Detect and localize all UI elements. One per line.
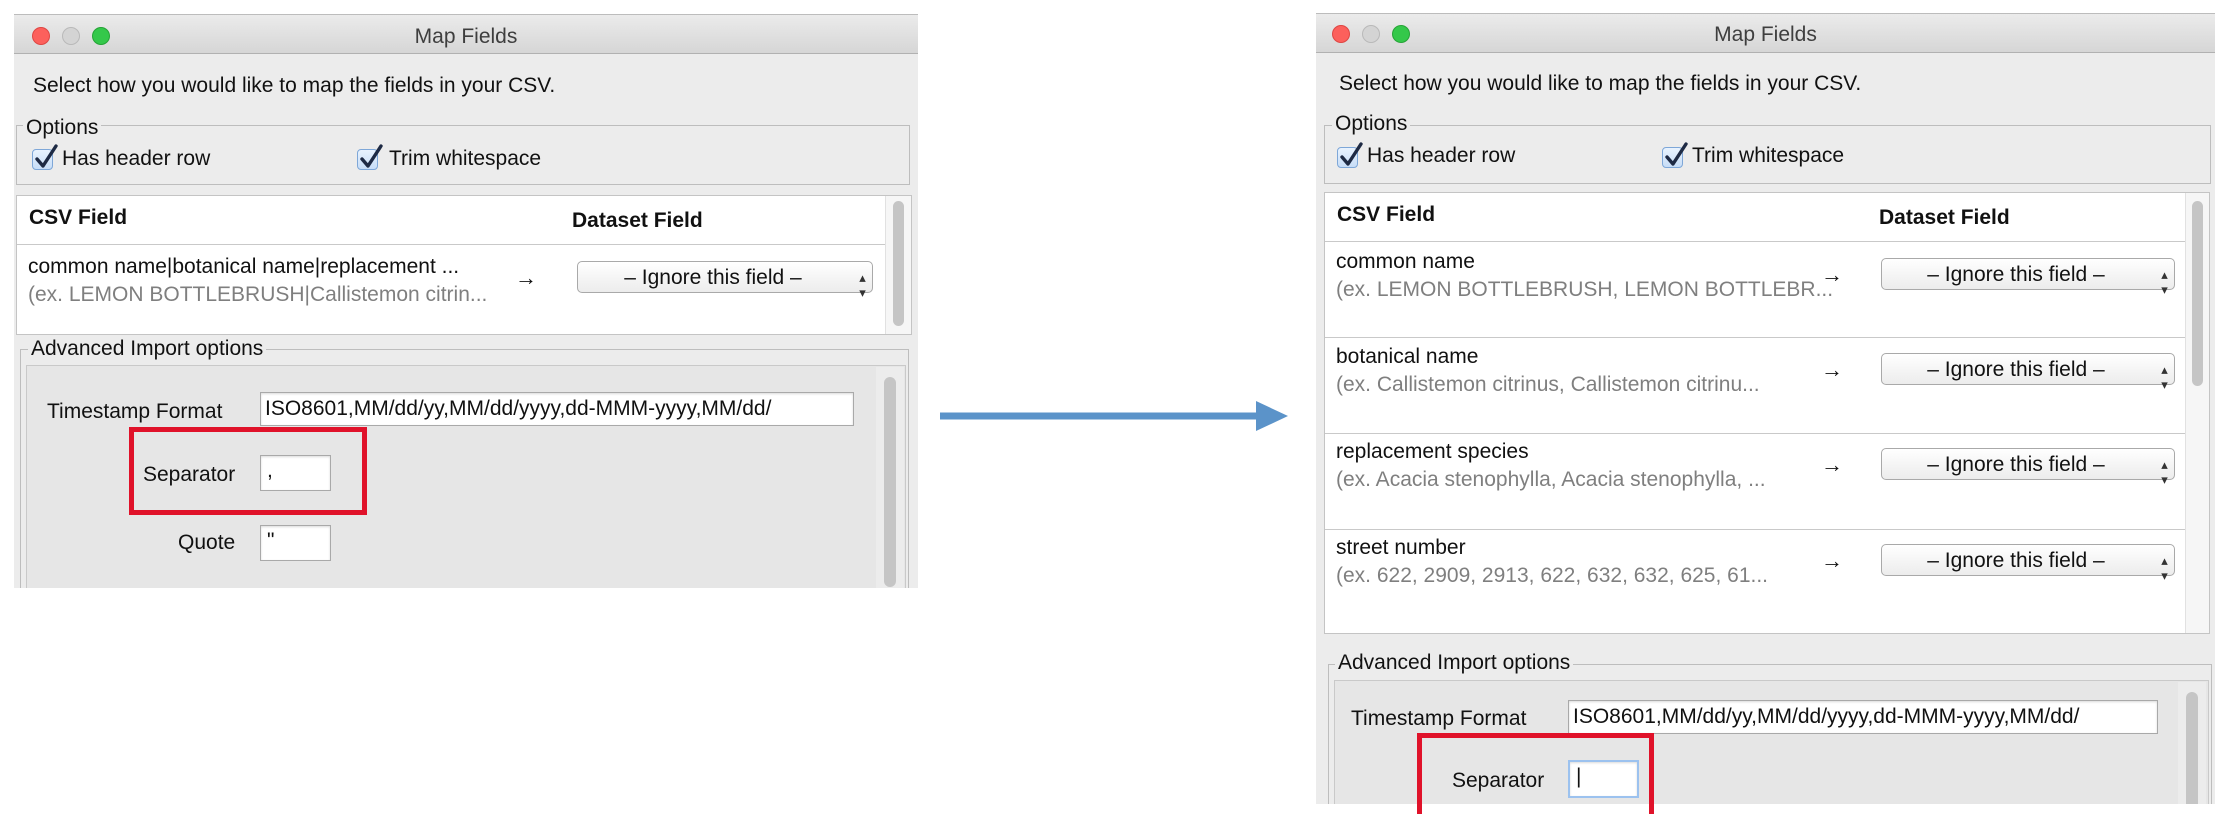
timestamp-format-input[interactable]: ISO8601,MM/dd/yy,MM/dd/yyyy,dd-MMM-yyyy,… [1568, 700, 2158, 734]
checkmark-icon [1665, 142, 1688, 166]
csv-field-name: common name [1336, 250, 1475, 273]
separator-highlight-box [1417, 733, 1654, 814]
table-row: replacement species (ex. Acacia stenophy… [1325, 434, 2185, 529]
title-bar: Map Fields [14, 15, 918, 54]
advanced-scrollbar-thumb[interactable] [2186, 692, 2198, 804]
csv-field-name: street number [1336, 536, 1466, 559]
column-header-csv-field: CSV Field [29, 206, 128, 229]
map-fields-window-after: Map Fields Select how you would like to … [1316, 13, 2215, 804]
table-scrollbar[interactable] [885, 196, 911, 334]
advanced-scrollbar[interactable] [876, 367, 904, 588]
table-scrollbar[interactable] [2185, 193, 2209, 633]
window-title: Map Fields [1714, 23, 1817, 46]
advanced-options-legend: Advanced Import options [1335, 651, 1574, 675]
table-row: street number (ex. 622, 2909, 2913, 622,… [1325, 530, 2185, 625]
table-row: common name (ex. LEMON BOTTLEBRUSH, LEMO… [1325, 242, 2185, 337]
dataset-field-select[interactable]: – Ignore this field – ▴▾ [577, 261, 873, 301]
title-bar: Map Fields [1316, 14, 2215, 53]
mapping-arrow-icon: → [515, 265, 537, 290]
table-row: common name|botanical name|replacement .… [17, 245, 885, 334]
field-mapping-table: CSV Field Dataset Field common name (ex.… [1324, 192, 2210, 634]
has-header-checkbox[interactable] [32, 144, 58, 170]
column-header-dataset-field: Dataset Field [572, 209, 703, 232]
select-arrows-icon: ▴▾ [856, 271, 871, 301]
transition-arrow-icon [940, 401, 1288, 431]
instruction-text: Select how you would like to map the fie… [1339, 72, 1862, 95]
trim-whitespace-checkbox[interactable] [1662, 142, 1688, 168]
field-mapping-table: CSV Field Dataset Field common name|bota… [16, 195, 912, 335]
select-arrows-icon: ▴▾ [2158, 458, 2173, 488]
dataset-field-select[interactable]: – Ignore this field – ▴▾ [1881, 353, 2175, 393]
table-scrollbar-thumb[interactable] [893, 201, 904, 326]
csv-field-name: replacement species [1336, 440, 1529, 463]
timestamp-format-label: Timestamp Format [1351, 707, 1527, 730]
column-header-dataset-field: Dataset Field [1879, 206, 2010, 229]
csv-field-example: (ex. Acacia stenophylla, Acacia stenophy… [1336, 468, 1766, 491]
options-legend: Options [1332, 112, 1411, 136]
timestamp-format-input[interactable]: ISO8601,MM/dd/yy,MM/dd/yyyy,dd-MMM-yyyy,… [260, 392, 854, 426]
dataset-field-select-value: – Ignore this field – [1927, 453, 2105, 476]
csv-field-name: botanical name [1336, 345, 1479, 368]
timestamp-format-label: Timestamp Format [47, 400, 223, 423]
advanced-options-legend: Advanced Import options [28, 337, 267, 361]
dataset-field-select-value: – Ignore this field – [1927, 549, 2105, 572]
csv-field-example: (ex. LEMON BOTTLEBRUSH|Callistemon citri… [28, 283, 488, 306]
select-arrows-icon: ▴▾ [2158, 268, 2173, 298]
csv-field-example: (ex. 622, 2909, 2913, 622, 632, 632, 625… [1336, 564, 1769, 587]
separator-highlight-box [129, 427, 367, 515]
checkmark-icon [360, 144, 383, 168]
table-scrollbar-thumb[interactable] [2192, 201, 2203, 386]
checkmark-icon [1340, 142, 1363, 166]
select-arrows-icon: ▴▾ [2158, 363, 2173, 393]
select-arrows-icon: ▴▾ [2158, 554, 2173, 584]
trim-whitespace-checkbox[interactable] [357, 144, 383, 170]
dataset-field-select-value: – Ignore this field – [1927, 358, 2105, 381]
checkmark-icon [35, 144, 58, 168]
mapping-arrow-icon: → [1821, 357, 1843, 382]
dataset-field-select[interactable]: – Ignore this field – ▴▾ [1881, 448, 2175, 488]
mapping-arrow-icon: → [1821, 452, 1843, 477]
mapping-arrow-icon: → [1821, 262, 1843, 287]
has-header-checkbox[interactable] [1337, 142, 1363, 168]
dataset-field-select-value: – Ignore this field – [1927, 263, 2105, 286]
has-header-label: Has header row [62, 147, 211, 170]
instruction-text: Select how you would like to map the fie… [33, 74, 556, 97]
options-legend: Options [23, 116, 102, 140]
window-title: Map Fields [414, 25, 518, 48]
dataset-field-select-value: – Ignore this field – [624, 266, 802, 289]
table-row: botanical name (ex. Callistemon citrinus… [1325, 338, 2185, 433]
csv-field-name: common name|botanical name|replacement .… [28, 255, 460, 278]
advanced-scrollbar-thumb[interactable] [884, 377, 896, 587]
csv-field-example: (ex. LEMON BOTTLEBRUSH, LEMON BOTTLEBR..… [1336, 278, 1834, 301]
csv-field-example: (ex. Callistemon citrinus, Callistemon c… [1336, 373, 1760, 396]
dataset-field-select[interactable]: – Ignore this field – ▴▾ [1881, 258, 2175, 298]
mapping-arrow-icon: → [1821, 548, 1843, 573]
dataset-field-select[interactable]: – Ignore this field – ▴▾ [1881, 544, 2175, 584]
trim-whitespace-label: Trim whitespace [389, 147, 542, 170]
column-header-csv-field: CSV Field [1337, 203, 1436, 226]
trim-whitespace-label: Trim whitespace [1692, 144, 1845, 167]
has-header-label: Has header row [1367, 144, 1516, 167]
advanced-scrollbar[interactable] [2178, 682, 2206, 804]
quote-input[interactable]: " [260, 525, 331, 561]
quote-label: Quote [178, 531, 236, 554]
